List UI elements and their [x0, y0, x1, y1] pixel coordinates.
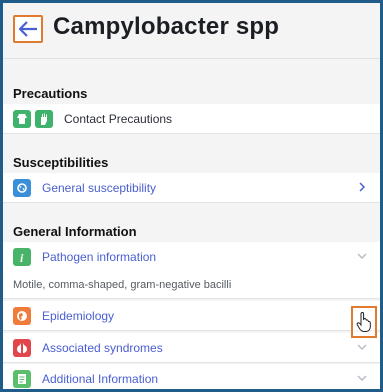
row-additional-information[interactable]: Additional Information — [3, 364, 380, 389]
row-pathogen-information[interactable]: i Pathogen information — [3, 242, 380, 272]
pathogen-description: Motile, comma-shaped, gram-negative baci… — [3, 271, 380, 299]
globe-icon — [13, 306, 31, 325]
chevron-down-icon — [357, 344, 367, 350]
svg-text:i: i — [20, 251, 24, 264]
arrow-left-icon — [18, 21, 37, 37]
app-frame: Campylobacter spp Precautions Contact Pr… — [0, 0, 383, 392]
row-associated-syndromes[interactable]: Associated syndromes — [3, 333, 380, 363]
back-button[interactable] — [13, 15, 43, 43]
bacteria-icon — [13, 178, 31, 197]
chevron-down-icon — [357, 253, 367, 259]
hand-cursor-icon — [351, 306, 377, 338]
row-label: General susceptibility — [42, 180, 157, 195]
info-icon: i — [13, 248, 31, 266]
row-label: Associated syndromes — [42, 340, 163, 355]
chevron-right-icon — [359, 182, 366, 192]
gown-icon — [13, 109, 31, 128]
glove-icon — [35, 109, 53, 128]
lungs-icon — [13, 338, 31, 357]
document-icon — [13, 369, 31, 388]
row-general-susceptibility[interactable]: General susceptibility — [3, 173, 380, 203]
row-label: Pathogen information — [42, 250, 157, 264]
page-title: Campylobacter spp — [53, 13, 280, 40]
chevron-down-icon — [357, 375, 367, 381]
section-header-general-information: General Information — [3, 217, 380, 243]
row-epidemiology[interactable]: Epidemiology — [3, 301, 380, 331]
row-label: Epidemiology — [42, 308, 115, 323]
section-header-susceptibilities: Susceptibilities — [3, 148, 380, 174]
top-bar: Campylobacter spp — [3, 3, 380, 59]
section-header-precautions: Precautions — [3, 79, 380, 105]
row-label: Contact Precautions — [64, 111, 173, 126]
row-contact-precautions[interactable]: Contact Precautions — [3, 104, 380, 134]
row-label: Additional Information — [42, 371, 159, 386]
